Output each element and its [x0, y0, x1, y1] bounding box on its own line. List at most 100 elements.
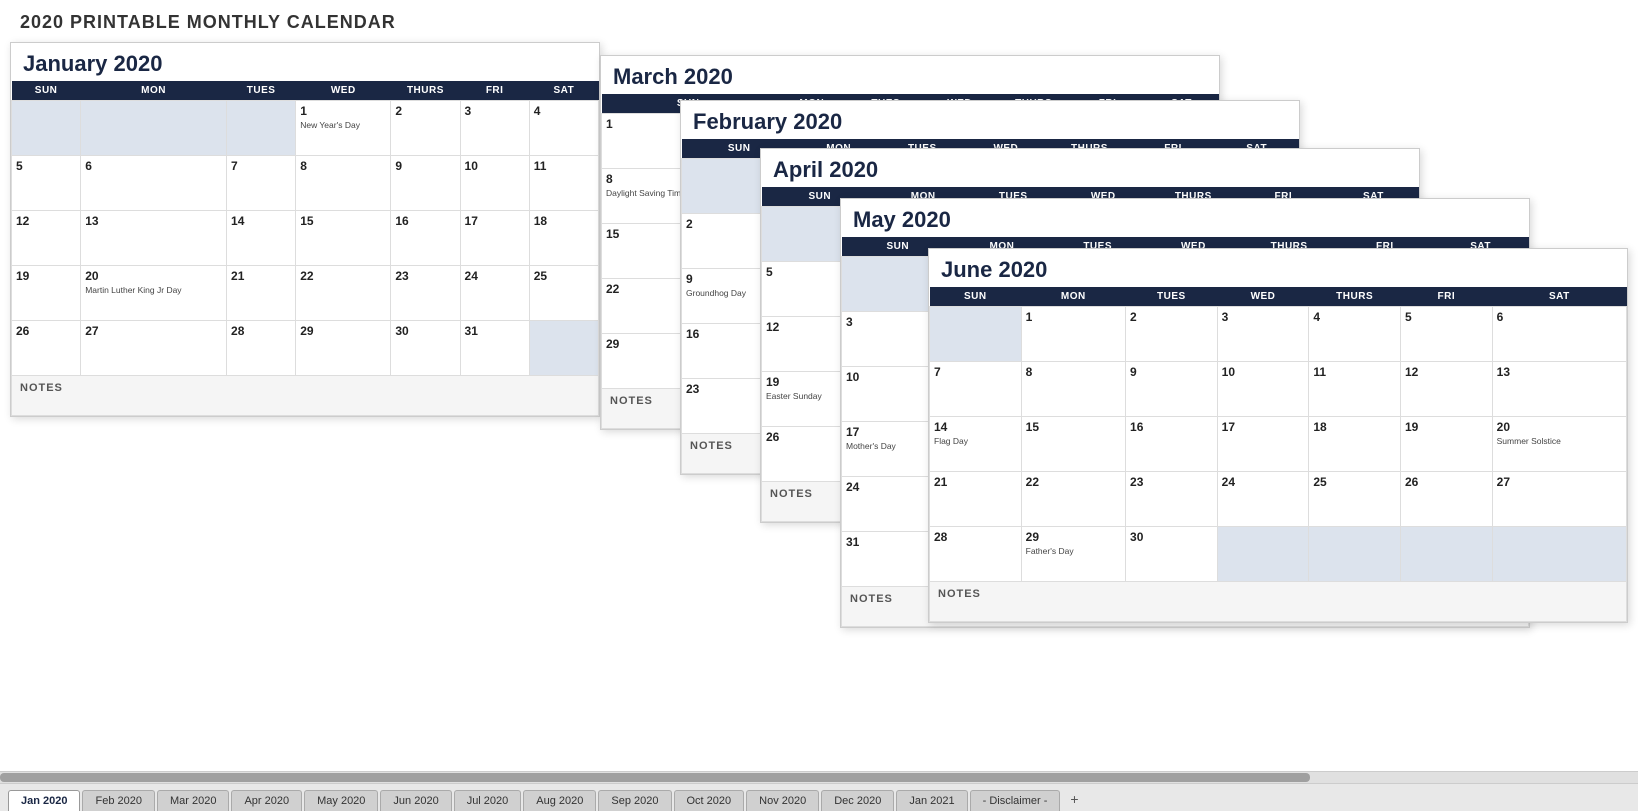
- day-cell: 2: [391, 101, 460, 156]
- day-cell: 27: [81, 321, 227, 376]
- day-cell: 10: [1217, 362, 1309, 417]
- jun-sun: SUN: [930, 287, 1022, 307]
- day-cell: 12: [12, 211, 81, 266]
- tab-feb-2020[interactable]: Feb 2020: [82, 790, 154, 811]
- day-cell: 12: [1400, 362, 1492, 417]
- table-row: 19 20Martin Luther King Jr Day 21 22 23 …: [12, 266, 599, 321]
- day-cell: 29: [296, 321, 391, 376]
- day-cell: 24: [460, 266, 529, 321]
- table-row: 1New Year's Day 2 3 4: [12, 101, 599, 156]
- day-cell: 29Father's Day: [1021, 527, 1125, 582]
- day-cell: 22: [1021, 472, 1125, 527]
- day-cell: 21: [227, 266, 296, 321]
- tab-oct-2020[interactable]: Oct 2020: [674, 790, 745, 811]
- day-cell: 23: [391, 266, 460, 321]
- jan-mon-header: MON: [81, 81, 227, 101]
- empty-cell: [1217, 527, 1309, 582]
- day-cell: 18: [529, 211, 598, 266]
- day-cell: 17: [1217, 417, 1309, 472]
- day-cell: 31: [460, 321, 529, 376]
- day-cell: 19: [1400, 417, 1492, 472]
- tab-jun-2020[interactable]: Jun 2020: [380, 790, 451, 811]
- day-cell: 19: [12, 266, 81, 321]
- day-cell: 8: [296, 156, 391, 211]
- jan-wed-header: WED: [296, 81, 391, 101]
- empty-cell: [930, 307, 1022, 362]
- day-cell: 11: [1309, 362, 1401, 417]
- tab-apr-2020[interactable]: Apr 2020: [231, 790, 302, 811]
- day-cell: 3: [460, 101, 529, 156]
- empty-cell: [529, 321, 598, 376]
- tab-mar-2020[interactable]: Mar 2020: [157, 790, 229, 811]
- day-cell: 30: [391, 321, 460, 376]
- tab-bar: Jan 2020 Feb 2020 Mar 2020 Apr 2020 May …: [0, 783, 1638, 811]
- day-cell: 17: [460, 211, 529, 266]
- jan-sun-header: SUN: [12, 81, 81, 101]
- table-row: 7 8 9 10 11 12 13: [930, 362, 1627, 417]
- scroll-thumb[interactable]: [0, 773, 1310, 782]
- day-cell: 22: [296, 266, 391, 321]
- april-title: April 2020: [761, 149, 1419, 187]
- day-cell: 25: [529, 266, 598, 321]
- day-cell: 26: [12, 321, 81, 376]
- main-title: 2020 PRINTABLE MONTHLY CALENDAR: [0, 0, 1638, 37]
- table-row: 21 22 23 24 25 26 27: [930, 472, 1627, 527]
- jun-tues: TUES: [1126, 287, 1218, 307]
- jun-sat: SAT: [1492, 287, 1626, 307]
- tab-add-button[interactable]: +: [1062, 787, 1086, 811]
- day-cell: 7: [227, 156, 296, 211]
- day-cell: 10: [460, 156, 529, 211]
- tab-jul-2020[interactable]: Jul 2020: [454, 790, 522, 811]
- table-row: 14Flag Day 15 16 17 18 19 20Summer Solst…: [930, 417, 1627, 472]
- tab-jan-2021[interactable]: Jan 2021: [896, 790, 967, 811]
- table-row: 12 13 14 15 16 17 18: [12, 211, 599, 266]
- notes-row: NOTES: [930, 582, 1627, 622]
- jun-wed: WED: [1217, 287, 1309, 307]
- may-title: May 2020: [841, 199, 1529, 237]
- empty-cell: [12, 101, 81, 156]
- tab-nov-2020[interactable]: Nov 2020: [746, 790, 819, 811]
- day-cell: 1: [1021, 307, 1125, 362]
- day-cell: 27: [1492, 472, 1626, 527]
- day-cell: 14: [227, 211, 296, 266]
- day-cell: 30: [1126, 527, 1218, 582]
- jun-fri: FRI: [1400, 287, 1492, 307]
- tab-jan-2020[interactable]: Jan 2020: [8, 790, 80, 811]
- tab-may-2020[interactable]: May 2020: [304, 790, 378, 811]
- day-cell: 28: [930, 527, 1022, 582]
- empty-cell: [1492, 527, 1626, 582]
- day-cell: 15: [1021, 417, 1125, 472]
- day-cell: 21: [930, 472, 1022, 527]
- february-title: February 2020: [681, 101, 1299, 139]
- day-cell: 9: [1126, 362, 1218, 417]
- tab-sep-2020[interactable]: Sep 2020: [598, 790, 671, 811]
- table-row: 28 29Father's Day 30: [930, 527, 1627, 582]
- tab-dec-2020[interactable]: Dec 2020: [821, 790, 894, 811]
- notes-label: NOTES: [12, 376, 599, 416]
- empty-cell: [81, 101, 227, 156]
- day-cell: 7: [930, 362, 1022, 417]
- day-cell: 13: [1492, 362, 1626, 417]
- jan-sat-header: SAT: [529, 81, 598, 101]
- day-cell: 25: [1309, 472, 1401, 527]
- day-cell: 2: [1126, 307, 1218, 362]
- day-cell: 28: [227, 321, 296, 376]
- day-cell: 20Summer Solstice: [1492, 417, 1626, 472]
- day-cell: 16: [391, 211, 460, 266]
- scroll-bar[interactable]: [0, 771, 1638, 783]
- march-title: March 2020: [601, 56, 1219, 94]
- jun-thurs: THURS: [1309, 287, 1401, 307]
- day-cell: 26: [1400, 472, 1492, 527]
- day-cell: 1New Year's Day: [296, 101, 391, 156]
- day-cell: 8: [1021, 362, 1125, 417]
- day-cell: 4: [529, 101, 598, 156]
- tab-disclaimer[interactable]: - Disclaimer -: [970, 790, 1061, 811]
- jun-mon: MON: [1021, 287, 1125, 307]
- jan-thurs-header: THURS: [391, 81, 460, 101]
- jan-fri-header: FRI: [460, 81, 529, 101]
- jan-tues-header: TUES: [227, 81, 296, 101]
- tab-aug-2020[interactable]: Aug 2020: [523, 790, 596, 811]
- day-cell: 5: [1400, 307, 1492, 362]
- day-cell: 11: [529, 156, 598, 211]
- day-cell: 9: [391, 156, 460, 211]
